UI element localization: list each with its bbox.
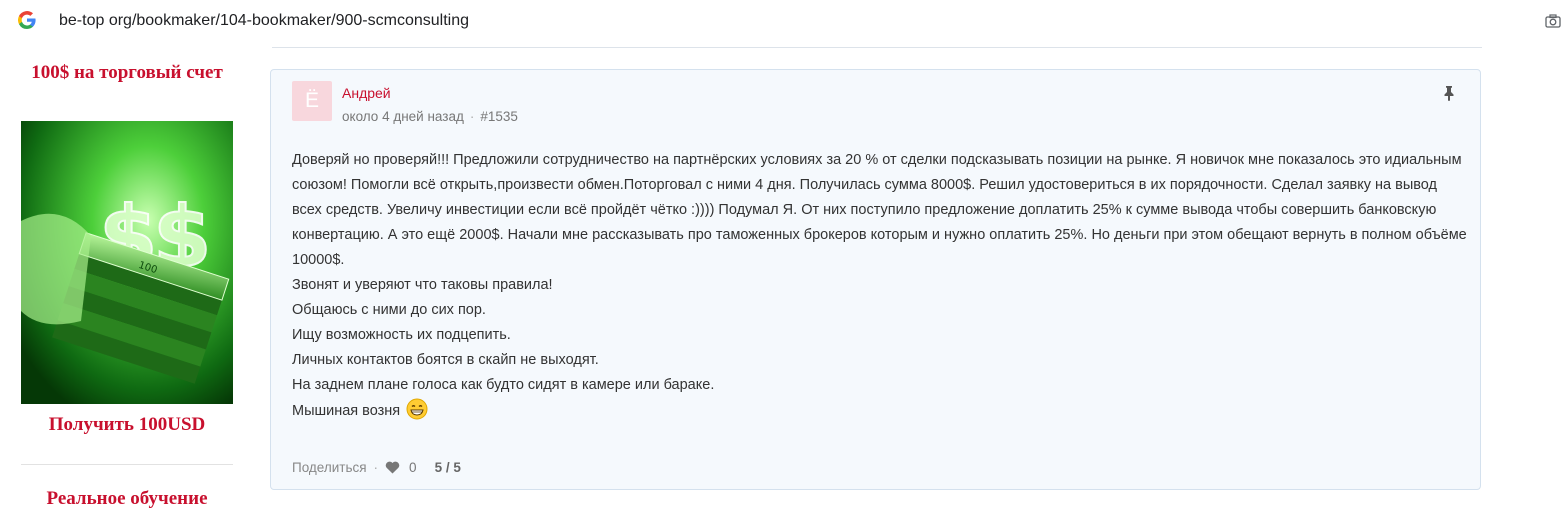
ad-banner[interactable]: 100$ на торговый счет $ $ 100 Получить 1… — [21, 58, 233, 509]
google-icon — [18, 11, 36, 29]
author-name[interactable]: Андрей — [342, 85, 391, 101]
avatar[interactable]: Ё — [292, 81, 332, 121]
comment-line-last: Мышиная возня — [292, 398, 1467, 424]
comment-line: Звонят и уверяют что таковы правила! — [292, 277, 553, 293]
comment-meta: около 4 дней назад · #1535 — [342, 109, 518, 124]
ad-divider — [21, 464, 233, 465]
heart-icon[interactable] — [385, 461, 400, 474]
next-ad-title[interactable]: Реальное обучение — [21, 488, 233, 510]
camera-icon[interactable] — [1545, 14, 1561, 28]
address-bar: be-top org/bookmaker/104-bookmaker/900-s… — [0, 0, 1565, 44]
grinning-face-icon — [406, 398, 428, 420]
ad-cta-link[interactable]: Получить 100USD — [21, 414, 233, 436]
share-link[interactable]: Поделиться — [292, 460, 367, 475]
ad-title[interactable]: 100$ на торговый счет — [21, 61, 233, 85]
comment-line: Личных контактов боятся в скайп не выход… — [292, 352, 599, 368]
like-count: 0 — [409, 460, 417, 475]
comment-line: Общаюсь с ними до сих пор. — [292, 302, 486, 318]
comment-footer: Поделиться · 0 5 / 5 — [292, 460, 461, 475]
comment-text: Доверяй но проверяй!!! Предложили сотруд… — [292, 148, 1467, 424]
comment-id[interactable]: #1535 — [480, 109, 518, 124]
comment-paragraph: Доверяй но проверяй!!! Предложили сотруд… — [292, 152, 1467, 268]
comment-line: Ищу возможность их подцепить. — [292, 327, 511, 343]
rating-score: 5 / 5 — [434, 460, 461, 475]
top-divider — [272, 47, 1482, 48]
comment-last-text: Мышиная возня — [292, 403, 401, 419]
comment-line: На заднем плане голоса как будто сидят в… — [292, 377, 715, 393]
comment-time[interactable]: около 4 дней назад — [342, 109, 464, 124]
pin-icon[interactable] — [1442, 85, 1456, 101]
url-text[interactable]: be-top org/bookmaker/104-bookmaker/900-s… — [59, 12, 469, 30]
comment-card: Ё Андрей около 4 дней назад · #1535 Доверя… — [270, 69, 1481, 490]
ad-money-image[interactable]: $ $ 100 — [21, 121, 233, 404]
